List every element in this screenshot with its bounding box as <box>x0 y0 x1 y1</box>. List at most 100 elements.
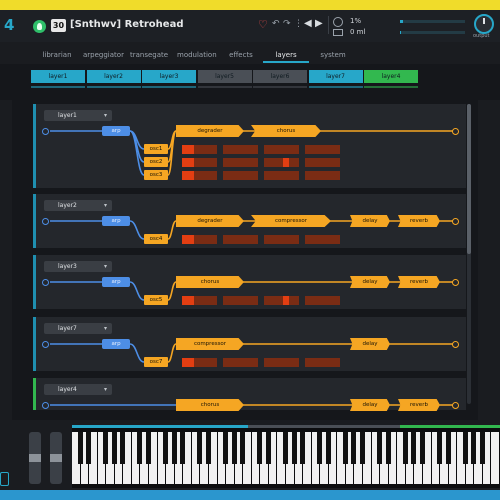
black-key[interactable] <box>86 432 92 464</box>
sequence-segment[interactable] <box>223 295 258 305</box>
white-key[interactable] <box>491 432 499 484</box>
layer-tab-layer4[interactable]: layer4 <box>364 70 418 83</box>
sequence-active-step[interactable] <box>182 170 194 180</box>
bank-badge[interactable]: 30 <box>51 19 66 32</box>
osc-node[interactable]: osc5 <box>144 295 168 305</box>
black-key[interactable] <box>360 432 366 464</box>
redo-icon[interactable]: ↷ <box>283 19 291 29</box>
sequence-segment[interactable] <box>223 357 258 367</box>
black-key[interactable] <box>445 432 451 464</box>
fx-node-compressor[interactable]: compressor <box>251 215 331 227</box>
black-key[interactable] <box>411 432 417 464</box>
output-volume-knob[interactable] <box>474 14 494 34</box>
output-port[interactable] <box>452 127 459 135</box>
black-key[interactable] <box>171 432 177 464</box>
black-key[interactable] <box>300 432 306 464</box>
black-key[interactable] <box>437 432 443 464</box>
fx-node-delay[interactable]: delay <box>350 338 390 350</box>
black-key[interactable] <box>479 432 485 464</box>
black-key[interactable] <box>240 432 246 464</box>
fx-node-delay[interactable]: delay <box>350 399 390 411</box>
sequence-segment[interactable] <box>264 234 299 244</box>
sequence-active-step[interactable] <box>182 357 194 367</box>
sequence-segment[interactable] <box>223 157 258 167</box>
sequence-segment[interactable] <box>223 170 258 180</box>
layer-tab-layer2[interactable]: layer2 <box>86 70 141 83</box>
arp-node[interactable]: arp <box>102 126 130 136</box>
layers-scrollbar[interactable] <box>467 104 471 404</box>
pitch-wheel[interactable] <box>29 432 41 484</box>
black-key[interactable] <box>385 432 391 464</box>
black-key[interactable] <box>197 432 203 464</box>
sequence-segment[interactable] <box>264 357 299 367</box>
fx-node-chorus[interactable]: chorus <box>176 399 244 411</box>
arp-node[interactable]: arp <box>102 339 130 349</box>
black-key[interactable] <box>351 432 357 464</box>
sequence-active-step[interactable] <box>182 157 194 167</box>
output-port[interactable] <box>452 401 459 409</box>
black-key[interactable] <box>137 432 143 464</box>
black-key[interactable] <box>283 432 288 464</box>
black-key[interactable] <box>223 432 229 464</box>
fx-node-degrader[interactable]: degrader <box>176 215 244 227</box>
black-key[interactable] <box>103 432 109 464</box>
black-key[interactable] <box>377 432 383 464</box>
input-port[interactable] <box>42 278 49 286</box>
black-key[interactable] <box>146 432 152 464</box>
black-key[interactable] <box>163 432 169 464</box>
osc-node[interactable]: osc1 <box>144 144 168 154</box>
sequence-segment[interactable] <box>305 295 340 305</box>
layer-tab-layer1[interactable]: layer1 <box>31 70 85 83</box>
scrollbar-thumb[interactable] <box>467 104 471 254</box>
sequence-active-step[interactable] <box>182 234 194 244</box>
sequence-active-step[interactable] <box>182 144 194 154</box>
layer-tab-layer3[interactable]: layer3 <box>142 70 196 83</box>
black-key[interactable] <box>462 432 468 464</box>
sequence-segment[interactable] <box>223 144 258 154</box>
piano-keyboard[interactable] <box>72 428 500 488</box>
output-port[interactable] <box>452 340 459 348</box>
sequence-segment[interactable] <box>264 144 299 154</box>
output-port[interactable] <box>452 217 459 225</box>
next-arrow-icon[interactable]: ▶ <box>315 18 323 29</box>
black-key[interactable] <box>77 432 83 464</box>
arp-node[interactable]: arp <box>102 216 130 226</box>
fx-node-chorus[interactable]: chorus <box>176 276 244 288</box>
input-port[interactable] <box>42 217 49 225</box>
sequence-active-step[interactable] <box>283 157 289 167</box>
arp-node[interactable]: arp <box>102 277 130 287</box>
input-port[interactable] <box>42 340 49 348</box>
black-key[interactable] <box>471 432 477 464</box>
fx-node-delay[interactable]: delay <box>350 215 390 227</box>
sequence-segment[interactable] <box>264 295 299 305</box>
heart-icon[interactable]: ♡ <box>258 18 268 31</box>
osc-node[interactable]: osc4 <box>144 234 168 244</box>
black-key[interactable] <box>342 432 348 464</box>
layer-tab-layer5[interactable]: layer5 <box>197 70 252 83</box>
tab-effects[interactable]: effects <box>226 51 256 59</box>
fx-node-degrader[interactable]: degrader <box>176 125 244 137</box>
undo-icon[interactable]: ↶ <box>272 19 280 29</box>
layer-tab-layer7[interactable]: layer7 <box>308 70 363 83</box>
fx-node-compressor[interactable]: compressor <box>176 338 244 350</box>
sequence-segment[interactable] <box>305 234 340 244</box>
fx-node-reverb[interactable]: reverb <box>398 215 440 227</box>
tab-librarian[interactable]: librarian <box>42 51 72 59</box>
osc-node[interactable]: osc3 <box>144 170 168 180</box>
black-key[interactable] <box>180 432 186 464</box>
tab-system[interactable]: system <box>317 51 349 59</box>
black-key[interactable] <box>120 432 126 464</box>
mod-wheel[interactable] <box>50 432 62 484</box>
black-key[interactable] <box>257 432 263 464</box>
sequence-segment[interactable] <box>305 357 340 367</box>
tab-modulation[interactable]: modulation <box>177 51 217 59</box>
sequence-segment[interactable] <box>305 170 340 180</box>
tab-arpeggiator[interactable]: arpeggiator <box>83 51 124 59</box>
black-key[interactable] <box>291 432 297 464</box>
sequence-active-step[interactable] <box>182 295 194 305</box>
info-icon[interactable]: ⋮ <box>294 19 303 29</box>
black-key[interactable] <box>419 432 425 464</box>
sequence-segment[interactable] <box>264 170 299 180</box>
input-port[interactable] <box>42 127 49 135</box>
black-key[interactable] <box>265 432 271 464</box>
